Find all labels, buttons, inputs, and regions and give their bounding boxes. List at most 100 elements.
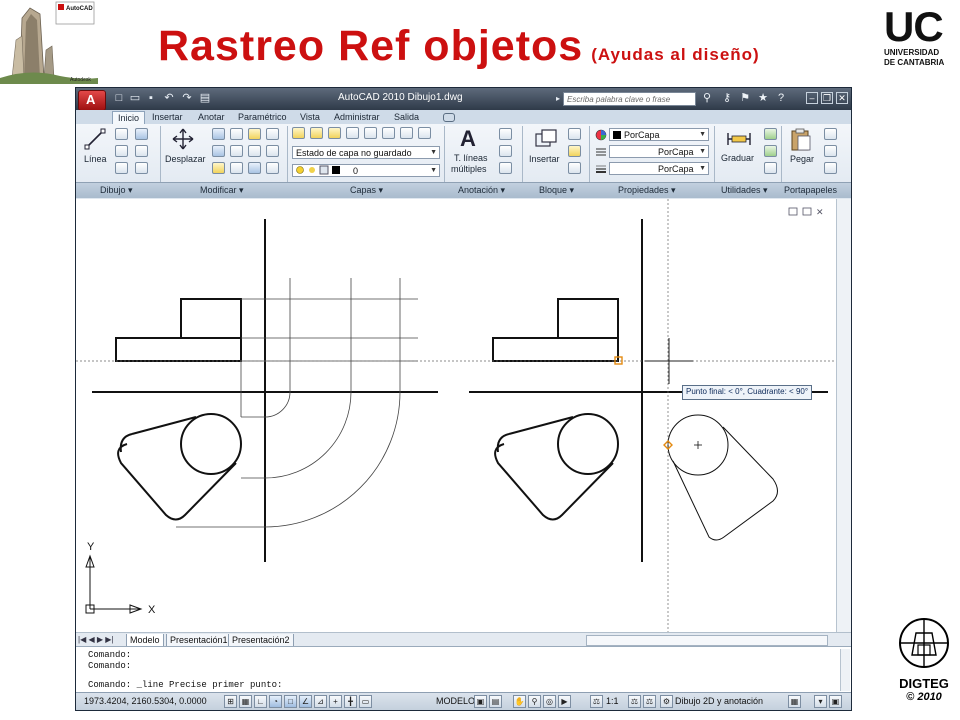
linetype-icon[interactable] <box>595 146 607 158</box>
object-snap-icon[interactable]: □ <box>284 695 297 708</box>
stretch-icon[interactable] <box>266 145 279 157</box>
tab-vista[interactable]: Vista <box>300 111 320 124</box>
ribbon-toggle-icon[interactable] <box>443 113 455 122</box>
zoom-icon[interactable]: ⚲ <box>528 695 541 708</box>
quick-view-drawings-icon[interactable]: ▤ <box>489 695 502 708</box>
quick-view-layouts-icon[interactable]: ▣ <box>474 695 487 708</box>
restore-button[interactable]: ❐ <box>821 92 833 104</box>
array-icon[interactable] <box>230 162 243 174</box>
color-select[interactable]: PorCapa ▼ <box>609 128 709 141</box>
create-block-icon[interactable] <box>568 128 581 140</box>
lineweight-icon[interactable] <box>595 163 607 175</box>
tab-anotar[interactable]: Anotar <box>198 111 225 124</box>
panel-propiedades[interactable]: Propiedades ▾ <box>618 184 676 197</box>
plot-icon[interactable]: ▤ <box>198 92 212 105</box>
circle-icon[interactable] <box>115 145 128 157</box>
status-menu-icon[interactable]: ▾ <box>814 695 827 708</box>
leader-icon[interactable] <box>499 145 512 157</box>
open-file-icon[interactable]: ▭ <box>128 92 142 105</box>
tab-administrar[interactable]: Administrar <box>334 111 380 124</box>
toolbar-lock-icon[interactable]: ▦ <box>788 695 801 708</box>
mirror-icon[interactable] <box>212 145 225 157</box>
ortho-mode-icon[interactable]: ∟ <box>254 695 267 708</box>
offset-icon[interactable] <box>248 162 261 174</box>
minimize-button[interactable]: – <box>806 92 818 104</box>
layer-freeze-icon[interactable] <box>364 127 377 139</box>
rotate-icon[interactable] <box>230 128 243 140</box>
panel-bloque[interactable]: Bloque ▾ <box>539 184 574 197</box>
polyline-icon[interactable] <box>115 128 128 140</box>
edit-block-icon[interactable] <box>568 145 581 157</box>
pan-icon[interactable]: ✋ <box>513 695 526 708</box>
close-button[interactable]: ✕ <box>836 92 848 104</box>
workspace-select[interactable]: Dibujo 2D y anotación <box>675 696 763 706</box>
paste-icon[interactable] <box>790 128 812 152</box>
layer-state-icon[interactable] <box>310 127 323 139</box>
showmotion-icon[interactable]: ▶ <box>558 695 571 708</box>
help-icon[interactable]: ? <box>774 92 788 105</box>
calculator-icon[interactable] <box>764 162 777 174</box>
search-expand-icon[interactable]: ▸ <box>556 92 562 106</box>
measure-icon[interactable] <box>726 129 752 149</box>
select-all-icon[interactable] <box>764 145 777 157</box>
save-icon[interactable]: ▪ <box>144 92 158 105</box>
arc-icon[interactable] <box>135 128 148 140</box>
layout-nav-arrows[interactable]: |◀ ◀ ▶ ▶| <box>78 635 113 644</box>
lineweight-select[interactable]: PorCapa ▼ <box>609 162 709 175</box>
layer-lock-icon[interactable] <box>382 127 395 139</box>
command-line[interactable]: Comando: Comando: Comando: _line Precise… <box>76 646 851 693</box>
dynamic-input-icon[interactable]: + <box>329 695 342 708</box>
clean-screen-icon[interactable]: ▣ <box>829 695 842 708</box>
explode-icon[interactable] <box>248 145 261 157</box>
ellipse-icon[interactable] <box>115 162 128 174</box>
dimension-icon[interactable] <box>499 128 512 140</box>
workspace-icon[interactable]: ⚙ <box>660 695 673 708</box>
layer-state-select[interactable]: Estado de capa no guardado ▼ <box>292 146 440 159</box>
trim-icon[interactable] <box>248 128 261 140</box>
fillet-icon[interactable] <box>230 145 243 157</box>
layer-properties-icon[interactable] <box>292 127 305 139</box>
vertical-scrollbar[interactable] <box>836 199 851 632</box>
multiline-text-icon[interactable]: A <box>460 126 476 152</box>
cut-icon[interactable] <box>824 128 837 140</box>
steering-wheel-icon[interactable]: ◎ <box>543 695 556 708</box>
hatch-icon[interactable] <box>135 162 148 174</box>
snap-mode-icon[interactable]: ⊞ <box>224 695 237 708</box>
region-icon[interactable] <box>266 162 279 174</box>
rectangle-icon[interactable] <box>135 145 148 157</box>
tab-salida[interactable]: Salida <box>394 111 419 124</box>
tab-inicio[interactable]: Inicio <box>112 111 146 124</box>
command-prompt[interactable]: Comando: _line Precise primer punto: <box>88 680 282 690</box>
lineweight-display-icon[interactable]: ╋ <box>344 695 357 708</box>
key-icon[interactable]: ⚷ <box>720 92 734 105</box>
tab-insertar[interactable]: Insertar <box>152 111 183 124</box>
search-input[interactable]: Escriba palabra clave o frase <box>563 92 696 106</box>
horizontal-scrollbar[interactable] <box>586 635 828 646</box>
quick-select-icon[interactable] <box>764 128 777 140</box>
new-file-icon[interactable]: □ <box>112 92 126 105</box>
drawing-area[interactable]: ✕ Y X Punto final: < 0°, Cuadrante: < 90… <box>76 199 851 632</box>
panel-anotacion[interactable]: Anotación ▾ <box>458 184 505 197</box>
line-tool-icon[interactable] <box>84 128 106 150</box>
match-properties-icon[interactable] <box>824 162 837 174</box>
annotation-scale-value[interactable]: 1:1 <box>606 696 619 706</box>
drawing-canvas[interactable]: ✕ Y X <box>76 199 836 632</box>
scale-icon[interactable] <box>212 162 225 174</box>
copy-icon[interactable] <box>212 128 225 140</box>
tab-parametrico[interactable]: Paramétrico <box>238 111 287 124</box>
panel-utilidades[interactable]: Utilidades ▾ <box>721 184 768 197</box>
layer-match-icon[interactable] <box>400 127 413 139</box>
viewport-controls[interactable]: ✕ <box>788 207 824 217</box>
layer-iso-icon[interactable] <box>328 127 341 139</box>
polar-tracking-icon[interactable]: ◔ <box>269 695 282 708</box>
redo-icon[interactable]: ↷ <box>180 92 194 105</box>
panel-portapapeles[interactable]: Portapapeles <box>784 184 837 197</box>
move-tool-icon[interactable] <box>172 128 194 150</box>
auto-scale-icon[interactable]: ⚖ <box>643 695 656 708</box>
command-scrollbar[interactable] <box>840 649 850 691</box>
copy-clip-icon[interactable] <box>824 145 837 157</box>
panel-modificar[interactable]: Modificar ▾ <box>200 184 244 197</box>
object-snap-tracking-icon[interactable]: ∠ <box>299 695 312 708</box>
favorites-star-icon[interactable]: ★ <box>756 92 770 105</box>
layer-off-icon[interactable] <box>346 127 359 139</box>
